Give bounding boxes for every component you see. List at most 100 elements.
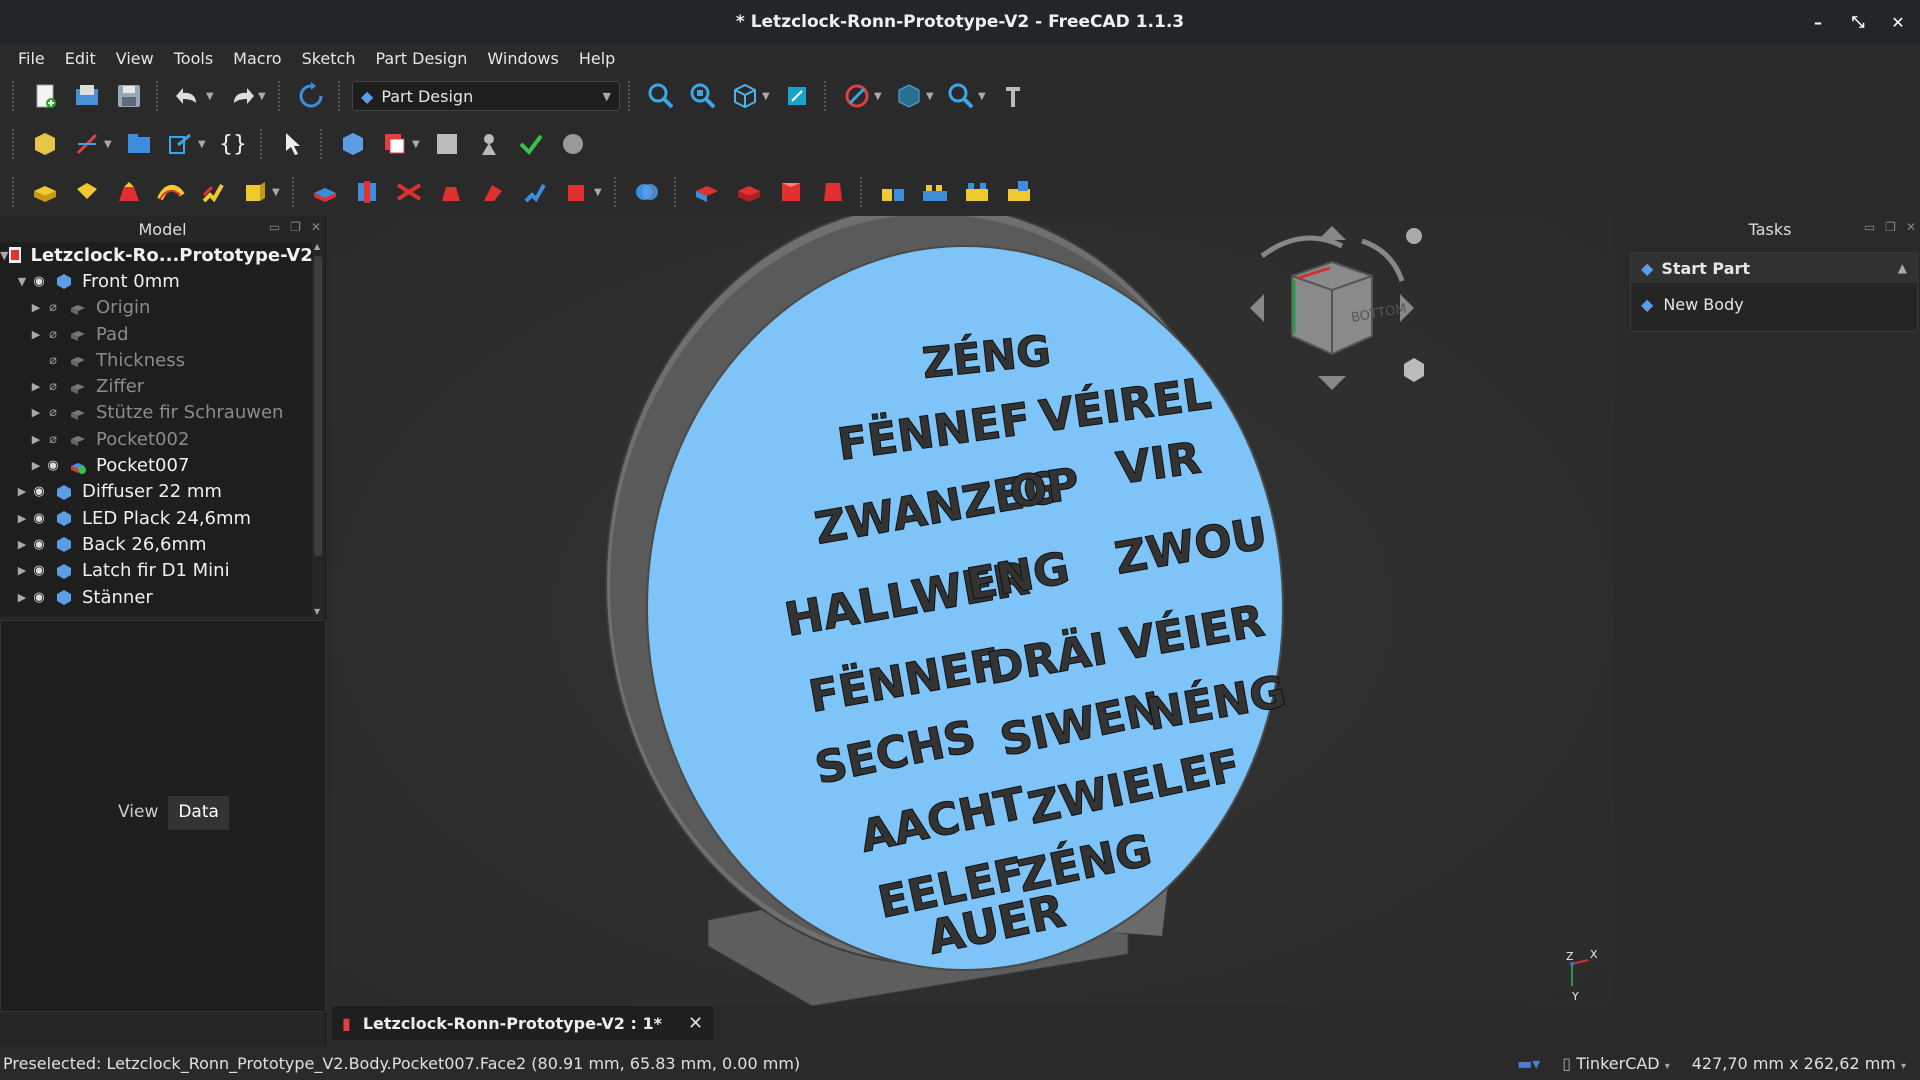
new-body-link[interactable]: ◆ New Body xyxy=(1631,283,1917,325)
undo-dropdown-icon[interactable]: ▼ xyxy=(206,91,218,102)
new-document-icon[interactable] xyxy=(26,77,64,115)
additive-primitive-dropdown-icon[interactable]: ▼ xyxy=(272,187,284,198)
visible-eye-icon[interactable]: ◉ xyxy=(30,563,48,578)
additive-loft-icon[interactable] xyxy=(110,173,148,211)
collapsed-arrow-icon[interactable]: ▶ xyxy=(14,591,30,604)
tree-item[interactable]: ▼ Letzclock-Ro...Prototype-V2 xyxy=(0,242,312,268)
redo-icon[interactable] xyxy=(222,77,260,115)
tree-item[interactable]: ▶ ◉ LED Plack 24,6mm xyxy=(0,505,312,531)
save-icon[interactable] xyxy=(110,77,148,115)
variable-set-icon[interactable]: {} xyxy=(214,125,252,163)
workbench-selector[interactable]: ◆ Part Design ▼ xyxy=(352,81,620,111)
notifications-icon[interactable]: ▬▾ xyxy=(1517,1054,1540,1073)
body-icon[interactable] xyxy=(334,125,372,163)
pad-icon[interactable] xyxy=(26,173,64,211)
tree-item[interactable]: ▶ ◉ Back 26,6mm xyxy=(0,531,312,557)
visible-eye-icon[interactable]: ◉ xyxy=(44,458,62,473)
additive-helix-icon[interactable] xyxy=(194,173,232,211)
shape-binder-icon[interactable] xyxy=(376,125,414,163)
thickness-icon[interactable] xyxy=(814,173,852,211)
hidden-eye-icon[interactable]: ⌀ xyxy=(44,327,62,342)
undock-panel-icon[interactable]: ❐ xyxy=(290,220,301,234)
toolbar-grip[interactable] xyxy=(12,177,18,207)
restore-icon[interactable]: ⤡ xyxy=(1842,6,1874,38)
additive-primitive-icon[interactable] xyxy=(236,173,274,211)
start-part-header[interactable]: ◆ Start Part ▲ xyxy=(1631,253,1917,283)
tab-view[interactable]: View xyxy=(108,796,168,830)
scrollbar-thumb[interactable] xyxy=(314,256,322,556)
measure-zoom-dropdown-icon[interactable]: ▼ xyxy=(978,91,990,102)
map-sketch-icon[interactable] xyxy=(554,125,592,163)
validate-sketch-icon[interactable] xyxy=(512,125,550,163)
menu-sketch[interactable]: Sketch xyxy=(292,49,366,68)
collapsed-arrow-icon[interactable]: ▶ xyxy=(14,512,30,525)
fillet-icon[interactable] xyxy=(688,173,726,211)
menu-macro[interactable]: Macro xyxy=(223,49,291,68)
toolbar-grip[interactable] xyxy=(12,129,18,159)
expanded-arrow-icon[interactable]: ▼ xyxy=(0,249,8,262)
visible-eye-icon[interactable]: ◉ xyxy=(30,484,48,499)
tree-scrollbar[interactable]: ▲ ▼ xyxy=(312,242,324,616)
clock-model[interactable]: ZÉNGFËNNEF VÉIRELZWANZEGOP VIRHALLWERENG ZW… xyxy=(332,216,1614,1006)
3d-viewport[interactable]: ZÉNG FËNNEF VÉIREL ZWANZEG OP VIR HALLWER ENG ZW… xyxy=(332,216,1614,1006)
menu-file[interactable]: File xyxy=(8,49,55,68)
tree-item[interactable]: ⌀ Thickness xyxy=(0,347,312,373)
hidden-eye-icon[interactable]: ⌀ xyxy=(44,432,62,447)
collapsed-arrow-icon[interactable]: ▶ xyxy=(28,301,44,314)
toolbar-grip[interactable] xyxy=(12,81,18,111)
collapsed-arrow-icon[interactable]: ▶ xyxy=(14,485,30,498)
menu-help[interactable]: Help xyxy=(569,49,625,68)
float-panel-icon[interactable]: ▭ xyxy=(1864,220,1875,234)
tree-item[interactable]: ▶ ⌀ Ziffer xyxy=(0,373,312,399)
additive-pipe-icon[interactable] xyxy=(152,173,190,211)
menu-view[interactable]: View xyxy=(106,49,164,68)
tree-item[interactable]: ▶ ⌀ Stütze fir Schrauwen xyxy=(0,400,312,426)
hidden-eye-icon[interactable]: ⌀ xyxy=(44,405,62,420)
tree-item[interactable]: ▶ ⌀ Origin xyxy=(0,295,312,321)
tree-item[interactable]: ▶ ◉ Pocket007 xyxy=(0,452,312,478)
hidden-eye-icon[interactable]: ⌀ xyxy=(44,353,62,368)
refresh-icon[interactable] xyxy=(292,77,330,115)
measure-zoom-icon[interactable] xyxy=(942,77,980,115)
float-panel-icon[interactable]: ▭ xyxy=(269,220,280,234)
undo-icon[interactable] xyxy=(170,77,208,115)
expanded-arrow-icon[interactable]: ▼ xyxy=(14,275,30,288)
close-panel-icon[interactable]: ✕ xyxy=(311,220,321,234)
multi-transform-icon[interactable] xyxy=(1000,173,1038,211)
sectioning-icon[interactable] xyxy=(890,77,928,115)
tree-item[interactable]: ▶ ◉ Latch fir D1 Mini xyxy=(0,558,312,584)
close-tab-icon[interactable]: ✕ xyxy=(688,1013,703,1034)
link-dropdown-icon[interactable]: ▼ xyxy=(198,139,210,150)
visible-eye-icon[interactable]: ◉ xyxy=(30,590,48,605)
subtractive-helix-icon[interactable] xyxy=(516,173,554,211)
pocket-icon[interactable] xyxy=(306,173,344,211)
menu-edit[interactable]: Edit xyxy=(55,49,106,68)
measure-icon[interactable] xyxy=(994,77,1032,115)
part-icon[interactable] xyxy=(26,125,64,163)
menu-part-design[interactable]: Part Design xyxy=(365,49,477,68)
subtractive-primitive-icon[interactable] xyxy=(558,173,596,211)
nav-menu-icon[interactable] xyxy=(1406,228,1422,244)
create-sketch-icon[interactable] xyxy=(470,125,508,163)
tree-item[interactable]: ▶ ◉ Diffuser 22 mm xyxy=(0,479,312,505)
fit-all-icon[interactable] xyxy=(642,77,680,115)
group-icon[interactable] xyxy=(120,125,158,163)
chamfer-icon[interactable] xyxy=(730,173,768,211)
boolean-icon[interactable] xyxy=(628,173,666,211)
open-icon[interactable] xyxy=(68,77,106,115)
draw-style-dropdown-icon[interactable]: ▼ xyxy=(874,91,886,102)
tab-data[interactable]: Data xyxy=(168,796,229,830)
undock-panel-icon[interactable]: ❐ xyxy=(1885,220,1896,234)
collapse-icon[interactable]: ▲ xyxy=(1898,261,1907,275)
collapsed-arrow-icon[interactable]: ▶ xyxy=(28,328,44,341)
polar-pattern-icon[interactable] xyxy=(958,173,996,211)
model-tree[interactable]: ▼ Letzclock-Ro...Prototype-V2 ▼ ◉ Front 0mm ▶… xyxy=(0,242,312,616)
close-panel-icon[interactable]: ✕ xyxy=(1906,220,1916,234)
tree-item[interactable]: ▶ ⌀ Pocket002 xyxy=(0,426,312,452)
sectioning-dropdown-icon[interactable]: ▼ xyxy=(926,91,938,102)
link-icon[interactable] xyxy=(162,125,200,163)
collapsed-arrow-icon[interactable]: ▶ xyxy=(14,538,30,551)
draw-style-icon[interactable] xyxy=(838,77,876,115)
select-filter-icon[interactable] xyxy=(274,125,312,163)
std-views-icon[interactable] xyxy=(726,77,764,115)
